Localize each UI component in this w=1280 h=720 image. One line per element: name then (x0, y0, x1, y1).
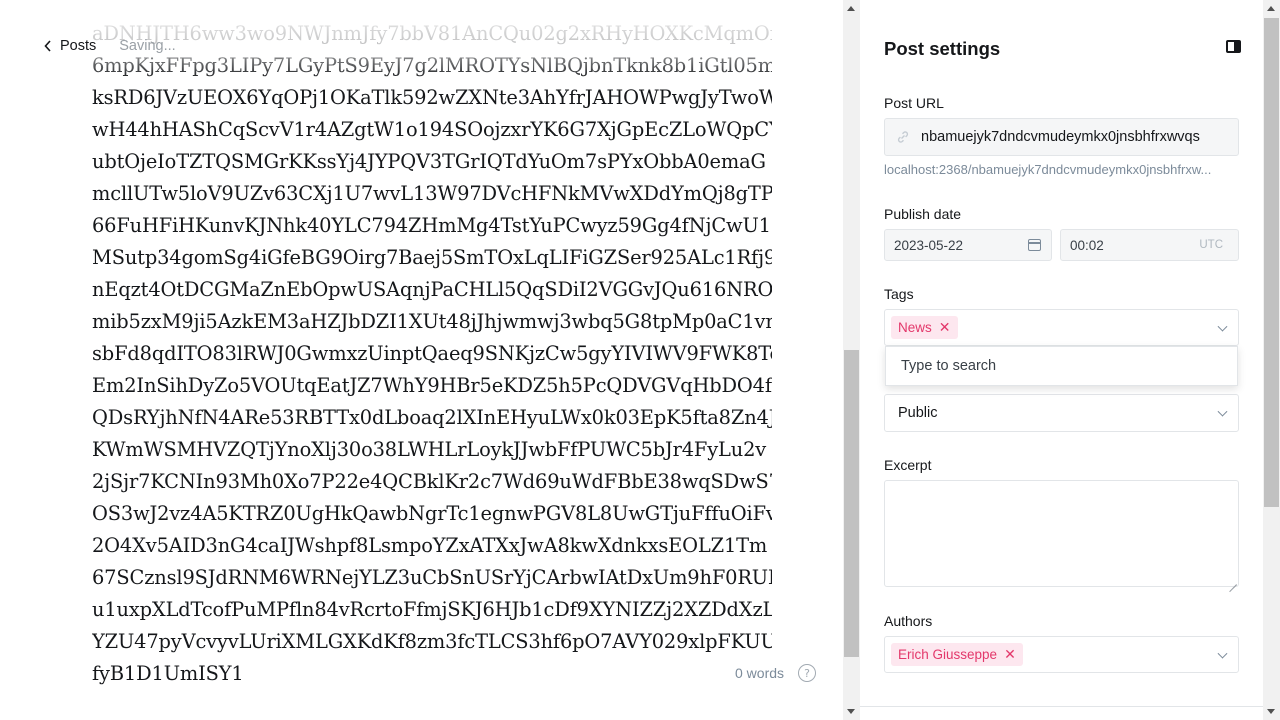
word-count: 0 words (735, 665, 785, 681)
tags-input[interactable]: News ✕ (884, 309, 1239, 346)
sidebar-toggle-icon[interactable] (1226, 40, 1241, 53)
tag-chip: News ✕ (891, 316, 958, 339)
chevron-down-icon[interactable] (1217, 321, 1228, 332)
help-icon[interactable]: ? (798, 664, 817, 682)
author-label: Erich Giusseppe (898, 647, 998, 662)
chevron-left-icon (44, 40, 51, 52)
panel-divider (860, 706, 1263, 720)
post-body-line: ubtOjeIoTZTQSMGrKKssYj4JYPQV3TGrIQTdYuOm… (92, 150, 766, 173)
post-body-line: YZU47pyVcvyvLUriXMLGXKdKf8zm3fcTLCS3hf6p… (92, 630, 772, 653)
post-body-line: u1uxpXLdTcofPuMPfln84vRcrtoFfmjSKJ6HJb1c… (92, 598, 772, 621)
authors-label: Authors (884, 613, 933, 629)
resize-handle-icon[interactable] (1229, 577, 1237, 585)
tags-search-dropdown[interactable]: Type to search (885, 346, 1238, 386)
publish-date-input[interactable]: 2023-05-22 (884, 229, 1052, 261)
post-body-line: Em2InSihDyZo5VOUtqEatJZ7WhY9HBr5eKDZ5h5P… (92, 374, 772, 397)
post-body-line: nEqzt4OtDCGMaZnEbOpwUSAqnjPaCHLl5QqSDiI2… (92, 278, 772, 301)
back-link-label: Posts (60, 38, 97, 54)
scroll-thumb[interactable] (844, 350, 859, 657)
close-icon[interactable]: ✕ (1004, 646, 1016, 663)
post-body-line: wH44hHAShCqScvV1r4AZgtW1o194SOojzxrYK6G7… (92, 118, 772, 141)
post-body-line: 2O4Xv5AID3nG4caIJWshpf8LsmpoYZxATXxJwA8k… (92, 534, 768, 557)
publish-time-value: 00:02 (1070, 237, 1104, 253)
post-settings-panel: Post settings Post URL nbamuejyk7dndcvmu… (860, 0, 1263, 720)
close-icon[interactable]: ✕ (939, 319, 951, 336)
word-count-area: 0 words ? (735, 664, 817, 682)
settings-scrollbar[interactable] (1263, 0, 1280, 720)
publish-time-input[interactable]: 00:02 UTC (1060, 229, 1239, 261)
scroll-up-arrow[interactable] (847, 6, 855, 11)
post-body-line: fyB1D1UmISY1 (92, 662, 244, 685)
publish-date-value: 2023-05-22 (894, 237, 964, 253)
post-editor[interactable]: aDNHJTH6ww3wo9NWJnmJfy7bbV81AnCQu02g2xRH… (0, 0, 843, 720)
post-url-preview[interactable]: localhost:2368/nbamuejyk7dndcvmudeymkx0j… (884, 162, 1239, 177)
post-body-line: 66FuHFiHKunvKJNhk40YLC794ZHmMg4TstYuPCwy… (92, 214, 772, 237)
tag-label: News (898, 320, 932, 335)
back-to-posts-link[interactable]: Posts (44, 38, 96, 54)
post-body-line: QDsRYjhNfN4ARe53RBTTx0dLboaq2lXInEHyuLWx… (92, 406, 772, 429)
post-body-line: ksRD6JVzUEOX6YqOPj1OKaTlk592wZXNte3AhYfr… (92, 86, 772, 109)
calendar-icon[interactable] (1028, 239, 1041, 251)
timezone-label: UTC (1199, 239, 1223, 251)
chevron-down-icon[interactable] (1217, 648, 1228, 659)
post-body[interactable]: aDNHJTH6ww3wo9NWJnmJfy7bbV81AnCQu02g2xRH… (92, 18, 772, 690)
post-body-line: mib5zxM9ji5AzkEM3aHZJbDZI1XUt48jJhjwmwj3… (92, 310, 772, 333)
post-body-line: OS3wJ2vz4A5KTRZ0UgHkQawbNgrTc1egnwPGV8L8… (92, 502, 772, 525)
tags-label: Tags (884, 286, 914, 302)
post-body-line: sbFd8qdITO83lRWJ0GwmxzUinptQaeq9SNKjzCw5… (92, 342, 772, 365)
chevron-down-icon[interactable] (1217, 406, 1228, 417)
excerpt-label: Excerpt (884, 457, 932, 473)
scroll-thumb[interactable] (1264, 18, 1279, 507)
post-body-line: 2jSjr7KCNIn93Mh0Xo7P22e4QCBklKr2c7Wd69uW… (92, 470, 772, 493)
settings-title: Post settings (884, 38, 1001, 59)
post-body-line: KWmWSMHVZQTjYnoXlj30o38LWHLrLoykJJwbFfPU… (92, 438, 767, 461)
scroll-up-arrow[interactable] (1267, 6, 1275, 11)
visibility-value: Public (898, 405, 938, 421)
author-chip: Erich Giusseppe ✕ (891, 643, 1023, 666)
publish-date-label: Publish date (884, 206, 962, 222)
post-body-line: mcllUTw5loV9UZv63CXj1U7wvL13W97DVcHFNkMV… (92, 182, 772, 205)
link-icon (895, 129, 911, 145)
post-body-line: MSutp34gomSg4iGfeBG9Oirg7Baej5SmTOxLqLIF… (92, 246, 772, 269)
save-status: Saving... (119, 38, 176, 54)
editor-top-nav: Posts Saving... (0, 0, 843, 80)
post-url-label: Post URL (884, 95, 944, 111)
post-body-line: 67SCznsl9SJdRNM6WRNejYLZ3uCbSnUSrYjCArbw… (92, 566, 772, 589)
post-url-input[interactable]: nbamuejyk7dndcvmudeymkx0jnsbhfrxwvqs (884, 118, 1239, 156)
scroll-down-arrow[interactable] (1267, 709, 1275, 714)
excerpt-textarea[interactable] (884, 480, 1239, 587)
editor-scrollbar[interactable] (843, 0, 860, 720)
post-url-value: nbamuejyk7dndcvmudeymkx0jnsbhfrxwvqs (921, 129, 1200, 145)
scroll-down-arrow[interactable] (847, 709, 855, 714)
authors-input[interactable]: Erich Giusseppe ✕ (884, 636, 1239, 673)
visibility-select[interactable]: Public (884, 394, 1239, 432)
